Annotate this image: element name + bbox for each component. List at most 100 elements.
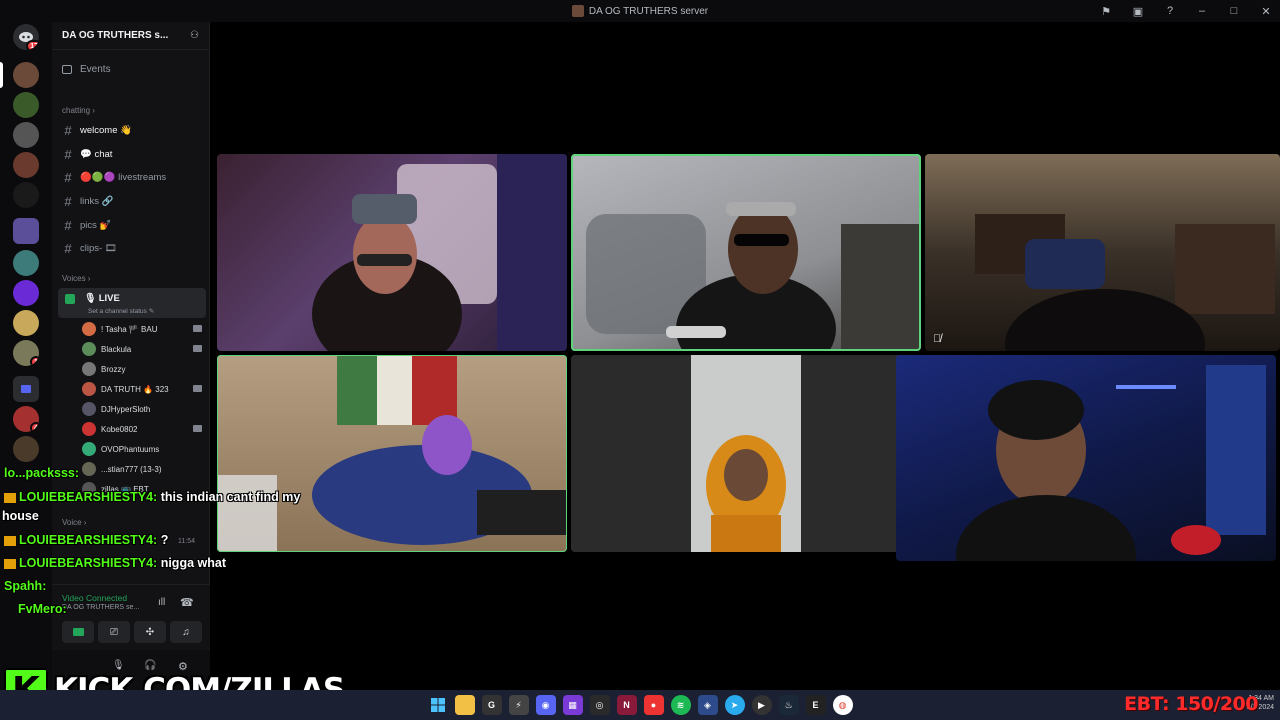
camera-icon [193,325,202,332]
home-button[interactable]: 17 [13,24,39,50]
chat-message: LOUIEBEARSHIESTY4: this indian cant find… [4,490,300,504]
window-title: DA OG TRUTHERS server [588,5,709,17]
steam-icon[interactable]: ♨ [778,695,799,715]
channel-welcome[interactable]: # welcome 👋 [62,120,204,140]
chat-message: house [2,509,39,523]
channel-clips[interactable]: # clips- 🎞 [62,238,204,258]
server-icon-11[interactable]: 4 [13,406,39,432]
voice-member[interactable]: DA TRUTH 🔥 323 [82,379,206,399]
chat-timestamp: 11:54 [178,538,195,545]
chat-message: FvMero: [18,602,67,616]
participant-video [312,154,567,351]
app-icon[interactable]: ◈ [697,695,718,715]
camera-button[interactable] [62,621,94,643]
voice-status[interactable]: Video Connected [62,593,127,603]
category-voices[interactable]: Voices › [62,274,90,283]
add-member-icon[interactable]: ⚇ [190,30,199,41]
category-voice[interactable]: Voice › [62,518,86,527]
server-icon-6[interactable] [13,218,39,244]
media-icon[interactable]: ▶ [751,695,772,715]
server-da-og-truthers[interactable] [13,62,39,88]
server-icon-4[interactable] [13,152,39,178]
file-explorer-icon[interactable] [454,695,475,715]
badge-icon [4,492,16,503]
maximize-button[interactable]: □ [1220,0,1248,22]
voice-member[interactable]: OVOPhantuums [82,439,206,459]
chat-message: lo...packsss: [4,466,80,480]
inbox-icon[interactable]: ⚑ [1092,0,1120,22]
server-icon [571,5,584,17]
server-name: DA OG TRUTHERS s... [62,30,169,41]
app-icon[interactable]: N [616,695,637,715]
app-icon[interactable]: ● [643,695,664,715]
voice-member[interactable]: ! Tasha 🏴 BAU [82,319,206,339]
app-icon[interactable]: ⚡ [508,695,529,715]
hash-icon: # [64,217,72,233]
voice-member[interactable]: Blackula [82,339,206,359]
telegram-icon[interactable]: ➤ [724,695,745,715]
server-icon-5[interactable] [13,182,39,208]
server-icon-7[interactable] [13,250,39,276]
avatar [82,442,96,456]
server-icon-2[interactable] [13,92,39,118]
video-tile-speaking[interactable] [571,154,921,351]
channel-label: links 🔗 [80,195,114,207]
server-icon-9[interactable] [13,310,39,336]
participant-video [691,355,801,552]
server-icon-10[interactable]: 1 [13,340,39,366]
video-tile[interactable]: 🎙̸ [925,154,1280,351]
channel-livestreams[interactable]: # 🔴🟢🟣 livestreams [62,167,204,187]
home-badge: 17 [26,40,39,50]
category-chatting[interactable]: chatting › [62,106,95,115]
voice-member[interactable]: ...stian777 (13-3) [82,459,206,479]
minimize-button[interactable]: – [1188,0,1216,22]
video-tile-speaking[interactable] [217,355,567,552]
close-button[interactable]: ✕ [1252,0,1280,22]
badge-icon [4,558,16,569]
obs-icon[interactable]: ◎ [589,695,610,715]
window-icon[interactable]: ▣ [1124,0,1152,22]
server-icon-8[interactable] [13,280,39,306]
start-icon[interactable] [428,695,448,715]
activities-icon: ✣ [145,626,155,638]
hash-icon: # [64,146,72,162]
spotify-icon[interactable]: ≋ [670,695,691,715]
epic-games-icon[interactable]: E [805,695,826,715]
folder-icon[interactable] [13,376,39,402]
activities-button[interactable]: ✣ [134,621,166,643]
help-icon[interactable]: ? [1156,0,1184,22]
channel-status[interactable]: Set a channel status ✎ [88,307,154,315]
video-tile[interactable] [217,154,567,351]
hash-icon: # [64,169,72,185]
server-icon-3[interactable] [13,122,39,148]
voice-member[interactable]: Brozzy [82,359,206,379]
avatar [82,462,96,476]
hash-icon: # [64,193,72,209]
video-tile[interactable] [896,355,1276,561]
voice-member[interactable]: Kobe0802 [82,419,206,439]
chrome-icon[interactable]: ◍ [832,695,853,715]
server-header[interactable]: DA OG TRUTHERS s... ⚇ [52,22,209,50]
soundboard-button[interactable]: ♫ [170,621,202,643]
channel-pics[interactable]: # pics 💅 [62,215,204,235]
voice-channel-name: 🎙 LIVE [84,293,120,304]
server-icon-12[interactable] [13,436,39,462]
voice-member[interactable]: DJHyperSloth [82,399,206,419]
selected-indicator [0,62,3,88]
discord-taskbar-icon[interactable]: ◉ [535,695,556,715]
voice-channel-live[interactable]: 🎙 LIVE Set a channel status ✎ [58,288,206,318]
video-tile[interactable] [571,355,921,552]
signal-icon[interactable]: ıll [158,597,165,608]
channel-chat[interactable]: # 💬 chat [62,144,204,164]
events-item[interactable]: Events [62,64,111,75]
calendar-icon [62,65,72,74]
screenshare-button[interactable]: ⎚ [98,621,130,643]
app-icon[interactable]: G [481,695,502,715]
disconnect-icon[interactable]: ☎ [180,596,194,609]
avatar [82,422,96,436]
avatar [82,342,96,356]
hash-icon: # [64,122,72,138]
screenshare-icon: ⎚ [110,626,118,638]
app-icon[interactable]: ▦ [562,695,583,715]
channel-links[interactable]: # links 🔗 [62,191,204,211]
